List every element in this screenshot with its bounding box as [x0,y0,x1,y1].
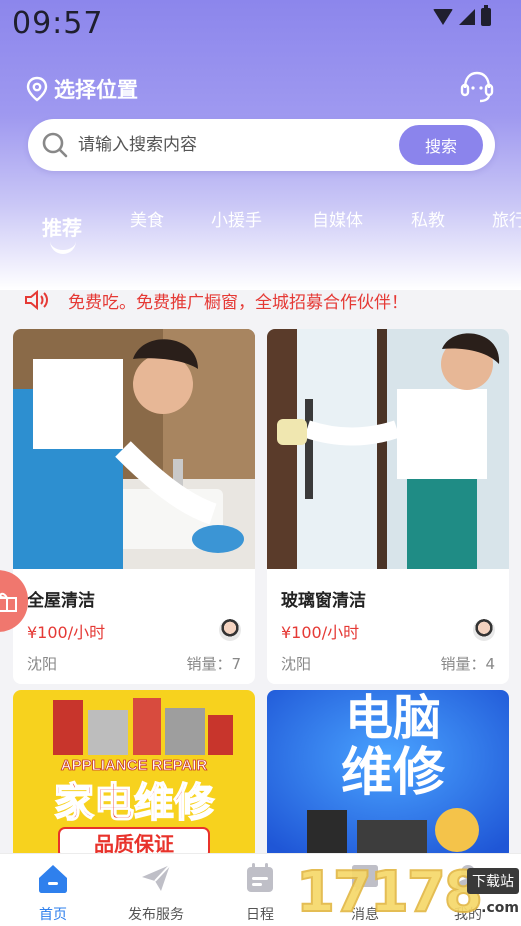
battery-icon [481,5,491,26]
service-image-cleaning [13,329,255,569]
notice-text: 免费吃。免费推广橱窗，全城招募合作伙伴！ [68,292,408,313]
search-icon [42,132,68,158]
card-sales: 销量：4 [440,655,495,673]
watermark: 17178 下载站 .com [295,859,521,926]
calendar-icon [247,863,273,892]
search-bar: 搜索 [28,119,495,171]
service-card-computer-repair[interactable]: 电脑 维修 [267,690,509,860]
avatar [473,619,495,641]
status-bar: 09:57 [0,0,521,48]
customer-service-icon[interactable] [459,68,495,104]
appliance-repair-banner: APPLIANCE REPAIR 家电维修 品质保证 [13,690,255,860]
card-price: ¥100/小时 [27,623,106,642]
search-input[interactable] [78,135,378,155]
card-city: 沈阳 [281,655,312,673]
tab-private-coach[interactable]: 私教 [411,206,445,231]
wifi-icon [433,9,453,25]
nav-label: 首页 [39,907,67,923]
nav-home[interactable]: 首页 [13,862,93,924]
banner-title: 家电维修 [54,780,215,826]
category-tabs: 推荐 美食 小援手 自媒体 私教 旅行 [0,200,521,260]
banner-title-line2: 维修 [341,743,446,803]
service-card-appliance-repair[interactable]: APPLIANCE REPAIR 家电维修 品质保证 [13,690,255,860]
watermark-site: .com [481,900,519,916]
card-price: ¥100/小时 [281,623,360,642]
card-sales: 销量：7 [186,655,241,673]
nav-label: 发布服务 [128,907,184,923]
card-title: 全屋清洁 [27,591,95,611]
tab-recommend[interactable]: 推荐 [42,212,82,241]
send-icon [142,864,171,891]
speaker-icon [25,289,48,311]
nav-schedule[interactable]: 日程 [220,862,300,924]
tab-travel[interactable]: 旅行 [492,206,521,231]
watermark-badge: 下载站 [467,868,519,894]
status-time: 09:57 [12,6,104,41]
watermark-digits: 17178 [295,859,484,926]
search-button[interactable]: 搜索 [399,125,483,165]
computer-repair-banner: 电脑 维修 [267,690,509,860]
card-city: 沈阳 [27,655,58,673]
location-pin-icon [26,76,48,102]
banner-english-text: APPLIANCE REPAIR [61,757,208,774]
tab-helper[interactable]: 小援手 [211,206,262,231]
notice-bar[interactable]: 免费吃。免费推广橱窗，全城招募合作伙伴！ [0,282,521,318]
banner-title-line1: 电脑 [345,690,441,746]
service-card[interactable]: 玻璃窗清洁 ¥100/小时 沈阳 销量：4 [267,329,509,684]
home-icon [39,865,67,893]
service-card[interactable]: 全屋清洁 ¥100/小时 沈阳 销量：7 [13,329,255,684]
service-image-window-cleaning [267,329,509,569]
nav-label: 日程 [246,907,274,923]
avatar [219,619,241,641]
status-icons [433,5,491,26]
gift-icon [0,592,17,612]
signal-icon [459,9,475,25]
nav-publish-service[interactable]: 发布服务 [116,862,196,924]
location-selector[interactable]: 选择位置 [26,74,138,104]
tab-self-media[interactable]: 自媒体 [312,206,363,231]
tab-food[interactable]: 美食 [130,206,164,231]
location-label: 选择位置 [54,78,138,102]
card-title: 玻璃窗清洁 [281,591,366,611]
